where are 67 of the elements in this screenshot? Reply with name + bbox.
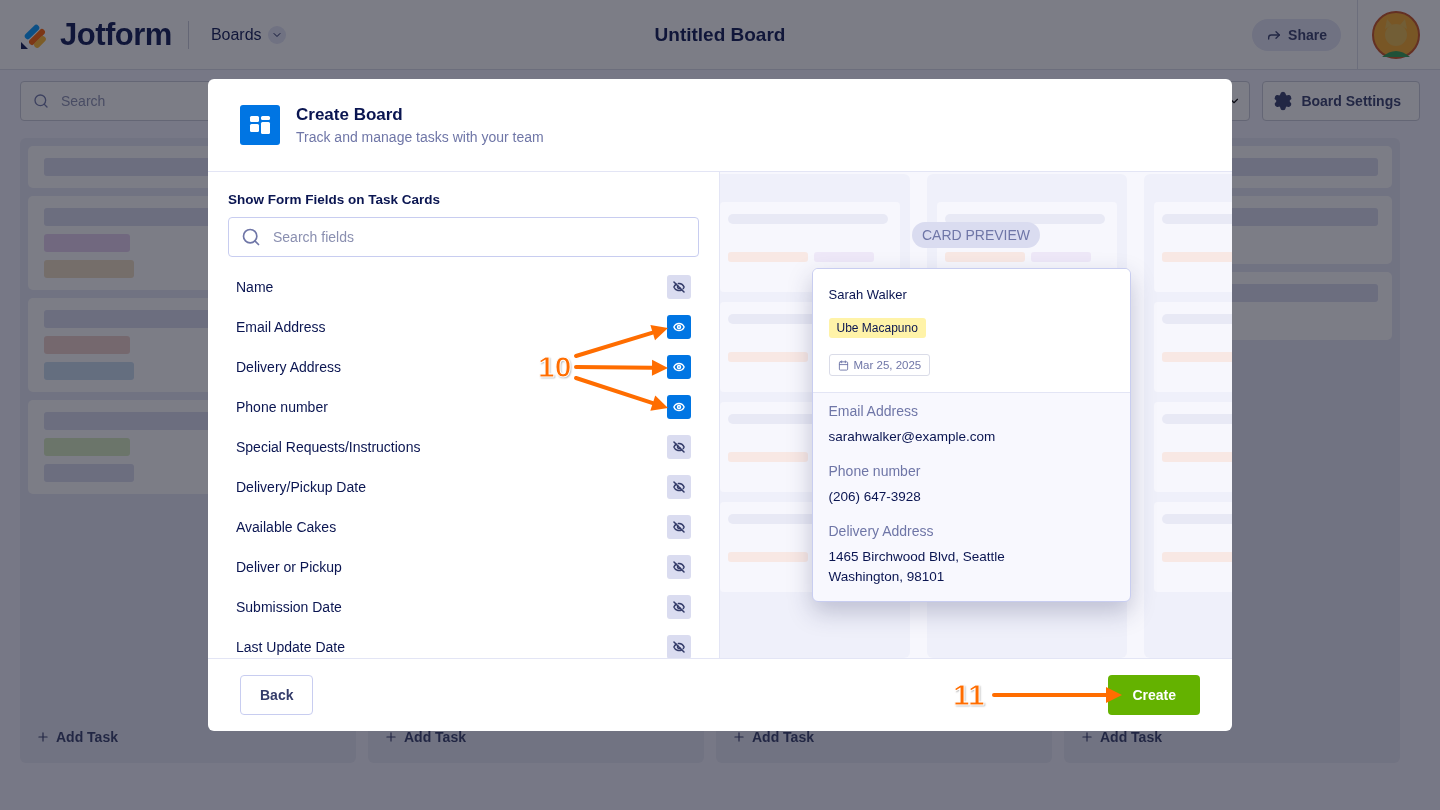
eye-off-icon bbox=[673, 441, 685, 453]
dialog-title: Create Board bbox=[296, 105, 404, 125]
visibility-toggle[interactable] bbox=[667, 275, 691, 299]
calendar-icon bbox=[837, 359, 849, 371]
board-icon bbox=[240, 105, 280, 145]
eye-icon bbox=[673, 321, 685, 333]
field-label: Delivery Address bbox=[236, 359, 342, 375]
step-number: 11 bbox=[953, 680, 985, 710]
detail-label: Phone number bbox=[828, 463, 922, 479]
eye-off-icon bbox=[673, 561, 685, 573]
field-label: Phone number bbox=[236, 399, 328, 415]
eye-off-icon bbox=[673, 481, 685, 493]
share-button[interactable]: Share bbox=[1252, 18, 1341, 51]
section-title: Show Form Fields on Task Cards bbox=[228, 192, 442, 207]
plus-icon bbox=[384, 730, 398, 744]
search-icon bbox=[33, 93, 49, 109]
visibility-toggle[interactable] bbox=[667, 435, 691, 459]
visibility-toggle[interactable] bbox=[667, 475, 691, 499]
boards-dropdown[interactable]: Boards bbox=[204, 24, 292, 45]
visibility-toggle[interactable] bbox=[667, 555, 691, 579]
visibility-toggle[interactable] bbox=[667, 635, 691, 658]
eye-off-icon bbox=[673, 521, 685, 533]
card-tag: Ube Macapuno bbox=[828, 318, 926, 338]
avatar-icon[interactable] bbox=[1372, 10, 1420, 59]
field-label: Name bbox=[236, 279, 274, 295]
visibility-toggle[interactable] bbox=[667, 515, 691, 539]
detail-value: sarahwalker@example.com bbox=[828, 428, 997, 446]
field-label: Last Update Date bbox=[236, 639, 345, 655]
visibility-toggle[interactable] bbox=[667, 355, 691, 379]
date-chip: Mar 25, 2025 bbox=[828, 354, 931, 376]
field-label: Submission Date bbox=[236, 599, 342, 615]
board-title: Untitled Board bbox=[654, 23, 786, 46]
eye-off-icon bbox=[673, 281, 685, 293]
field-label: Available Cakes bbox=[236, 519, 337, 535]
field-label: Deliver or Pickup bbox=[236, 559, 342, 575]
add-task-button[interactable]: Add Task bbox=[376, 729, 696, 745]
detail-label: Email Address bbox=[828, 403, 919, 419]
plus-icon bbox=[1080, 730, 1094, 744]
detail-value: (206) 647-3928 bbox=[828, 488, 922, 506]
back-button[interactable]: Back bbox=[240, 675, 314, 715]
visibility-toggle[interactable] bbox=[667, 315, 691, 339]
card-name: Sarah Walker bbox=[828, 287, 907, 302]
eye-icon bbox=[673, 361, 685, 373]
eye-icon bbox=[673, 401, 685, 413]
detail-label: Delivery Address bbox=[828, 523, 935, 539]
field-label: Delivery/Pickup Date bbox=[236, 479, 366, 495]
search-icon bbox=[241, 227, 261, 247]
add-task-button[interactable]: Add Task bbox=[28, 729, 348, 745]
search-fields-input[interactable]: Search fields bbox=[228, 217, 699, 257]
field-label: Email Address bbox=[236, 319, 326, 335]
dialog-subtitle: Track and manage tasks with your team bbox=[296, 129, 544, 145]
add-task-button[interactable]: Add Task bbox=[1072, 729, 1392, 745]
card-preview-label: CARD PREVIEW bbox=[911, 222, 1041, 248]
visibility-toggle[interactable] bbox=[667, 395, 691, 419]
logo-text: Jotform bbox=[60, 16, 172, 53]
eye-off-icon bbox=[673, 601, 685, 613]
board-settings-button[interactable]: Board Settings bbox=[1262, 81, 1420, 121]
plus-icon bbox=[36, 730, 50, 744]
eye-off-icon bbox=[673, 641, 685, 653]
plus-icon bbox=[732, 730, 746, 744]
create-button[interactable]: Create bbox=[1108, 675, 1200, 715]
detail-value: 1465 Birchwood Blvd, Seattle Washington, 98101 bbox=[828, 548, 1006, 586]
field-label: Special Requests/Instructions bbox=[236, 439, 421, 455]
visibility-toggle[interactable] bbox=[667, 595, 691, 619]
settings-icon bbox=[1273, 91, 1294, 111]
step-number: 10 bbox=[538, 352, 572, 382]
add-task-button[interactable]: Add Task bbox=[724, 729, 1044, 745]
